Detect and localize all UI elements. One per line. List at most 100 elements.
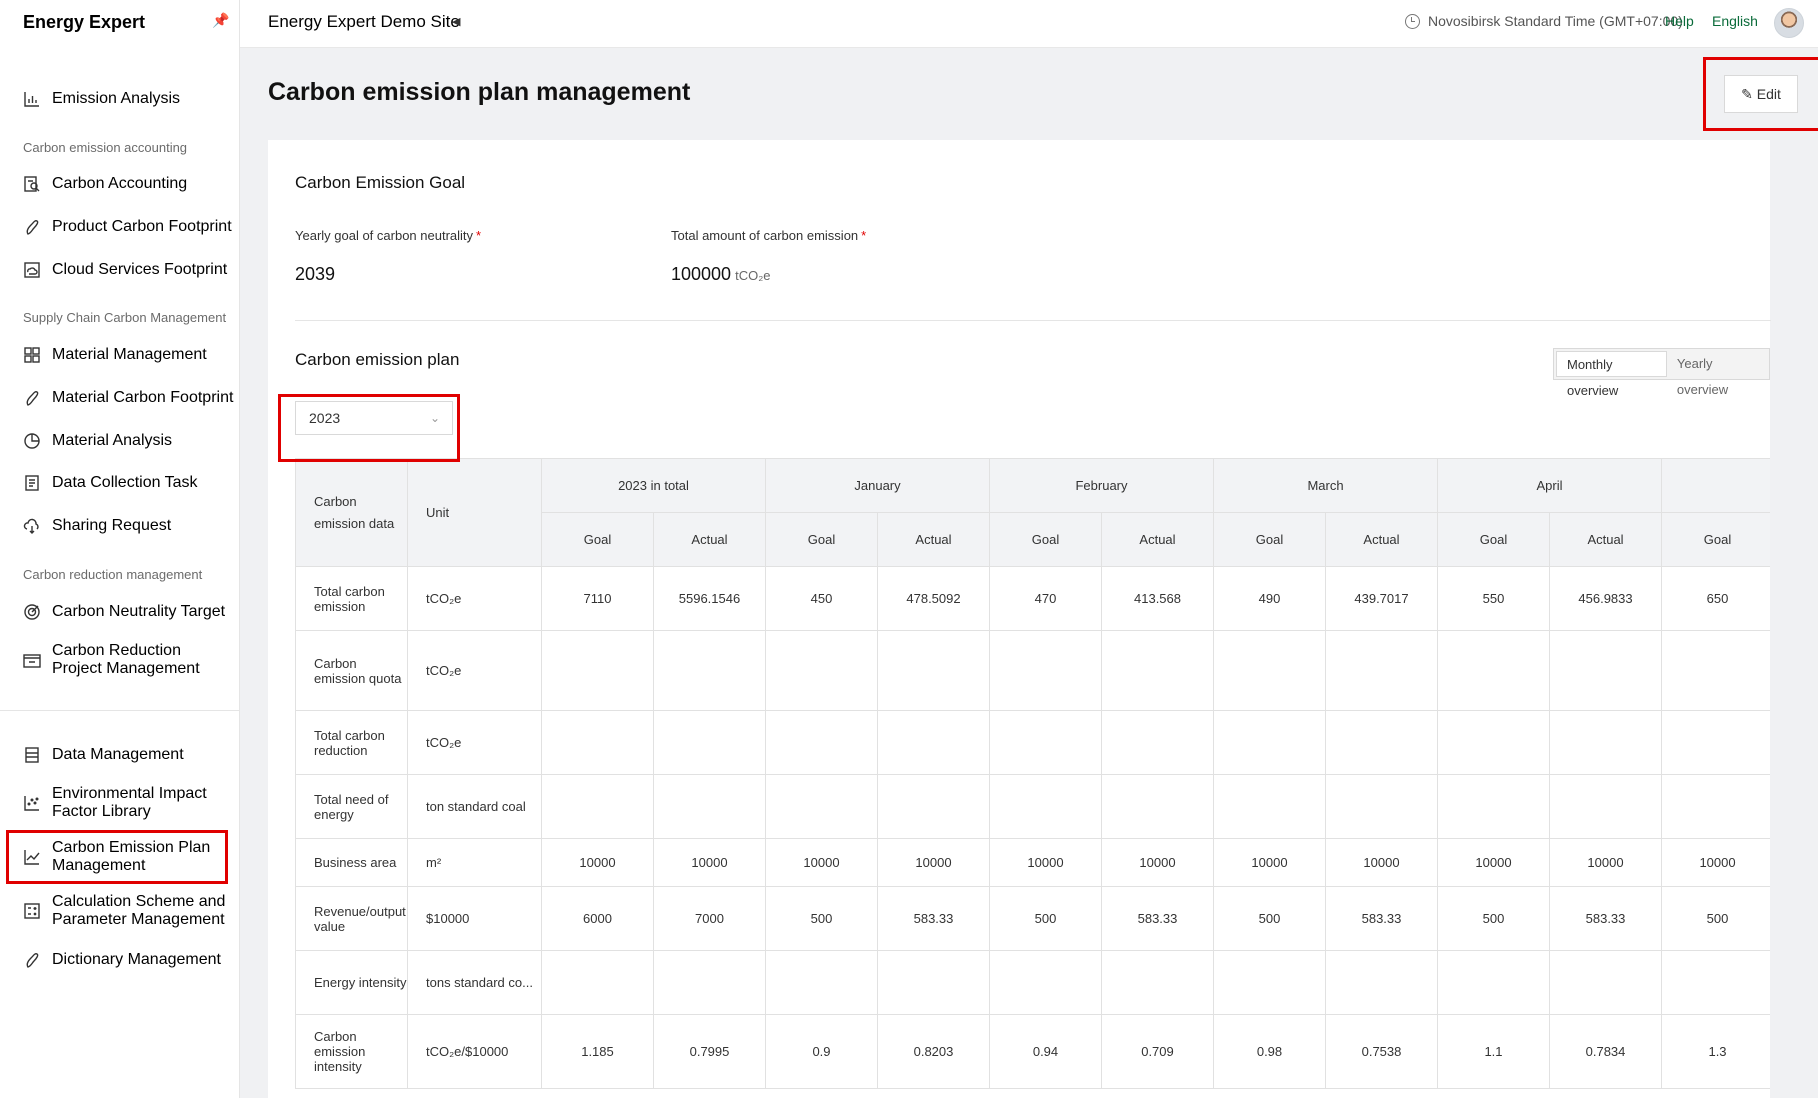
table-cell [1548,950,1663,1015]
tab-yearly-overview[interactable]: Yearly overview [1667,351,1767,397]
year-select[interactable]: 2023 ⌄ [295,401,453,435]
clock-icon [1405,13,1420,29]
row-unit: tCO₂e [407,630,542,711]
row-label: Carbon emission quota [295,630,408,711]
header-group: January [765,458,990,513]
sidebar-item-label: Cloud Services Footprint [52,261,228,278]
row-unit: tons standard co... [407,950,542,1015]
sidebar-item-cloud-services-footprint[interactable]: Cloud Services Footprint [0,261,240,279]
yearly-goal-label: Yearly goal of carbon neutrality * [295,228,481,243]
pie-chart-icon [23,432,41,450]
table-cell [1101,950,1214,1015]
row-unit: tCO₂e [407,566,542,631]
cloud-service-icon [23,261,41,279]
database-icon [23,746,41,764]
sidebar-item-label: Sharing Request [52,517,172,534]
yearly-goal-label-text: Yearly goal of carbon neutrality [295,228,474,243]
table-cell [765,774,878,839]
table-cell [1437,710,1550,775]
sidebar-item-label: Material Analysis [52,432,173,449]
timezone: Novosibirsk Standard Time (GMT+07:00) [1405,13,1683,29]
sidebar-item-dictionary-management[interactable]: Dictionary Management [0,951,240,969]
table-cell [877,630,990,711]
sidebar-item-label: Data Management [52,746,184,763]
caret-left-icon[interactable]: ◀ [452,15,460,28]
plan-table-container[interactable]: Carbon emission data Unit 2023 in total Jan… [295,458,1770,1120]
sidebar-item-data-collection-task[interactable]: Data Collection Task [0,474,240,492]
table-cell [877,774,990,839]
sidebar-item-label: Calculation Scheme and Parameter Managem… [52,893,226,928]
sidebar-item-carbon-reduction-project[interactable]: Carbon Reduction Project Management [0,642,240,678]
footprint-icon [23,951,41,969]
table-cell: 478.5092 [877,566,990,631]
row-label: Business area [295,838,408,887]
table-cell: 10000 [1101,838,1214,887]
table-cell [1661,630,1770,711]
row-unit: m² [407,838,542,887]
table-cell: 583.33 [1548,886,1663,951]
table-cell [1661,950,1770,1015]
sidebar-item-label: Material Carbon Footprint [52,389,234,406]
table-cell: 6000 [541,886,654,951]
table-cell [653,950,766,1015]
header-group: March [1213,458,1438,513]
table-cell [653,630,766,711]
section-divider [295,320,1771,321]
table-cell: 500 [1437,886,1550,951]
table-cell: 456.9833 [1548,566,1663,631]
year-select-value: 2023 [309,410,341,426]
sidebar-item-emission-analysis[interactable]: Emission Analysis [0,90,240,108]
header-group [1661,458,1770,513]
table-cell [1548,710,1663,775]
table-cell [1101,630,1214,711]
sidebar-item-material-analysis[interactable]: Material Analysis [0,432,240,450]
table-cell: 500 [765,886,878,951]
required-mark: * [476,228,482,243]
edit-button[interactable]: ✎ Edit [1724,75,1798,113]
pencil-icon: ✎ [1741,85,1753,102]
sidebar-item-calculation-scheme[interactable]: Calculation Scheme and Parameter Managem… [0,893,240,929]
table-cell: 0.7995 [653,1014,766,1089]
sidebar-item-data-management[interactable]: Data Management [0,746,240,764]
tab-monthly-overview[interactable]: Monthly overview [1556,351,1667,398]
help-link[interactable]: Help [1665,13,1694,29]
sidebar-item-material-management[interactable]: Material Management [0,346,240,364]
sidebar-section-supply-chain: Supply Chain Carbon Management [23,310,227,325]
language-switch[interactable]: English [1712,13,1758,29]
bar-chart-icon [23,90,41,108]
sidebar-item-label: Carbon Accounting [52,175,188,192]
table-cell [1325,774,1438,839]
sidebar-item-product-carbon-footprint[interactable]: Product Carbon Footprint [0,218,240,236]
sidebar-item-carbon-accounting[interactable]: Carbon Accounting [0,175,240,193]
plan-card: Carbon Emission Goal Yearly goal of carb… [268,140,1771,1120]
sidebar-item-carbon-neutrality-target[interactable]: Carbon Neutrality Target [0,603,240,621]
table-cell: 10000 [989,838,1102,887]
header-group: 2023 in total [541,458,766,513]
sidebar-item-sharing-request[interactable]: Sharing Request [0,517,240,535]
table-row: Total carbon emission tCO₂e 7110 5596.1546 4… [295,566,1770,631]
scatter-icon [23,794,41,812]
brand-title: Energy Expert [23,12,146,32]
sidebar-item-carbon-emission-plan-management[interactable]: Carbon Emission Plan Management [0,839,240,875]
table-cell: 550 [1437,566,1550,631]
table-cell [1437,774,1550,839]
avatar[interactable] [1774,8,1804,38]
table-cell [1213,710,1326,775]
table-cell: 10000 [1213,838,1326,887]
calculator-icon [23,902,41,920]
total-amount-value: 100000 tCO₂e [671,264,770,285]
site-name[interactable]: Energy Expert Demo Site [268,12,460,32]
sidebar-item-environmental-impact-factor-library[interactable]: Environmental Impact Factor Library [0,785,240,821]
header-goal: Goal [765,512,878,567]
header-goal: Goal [1213,512,1326,567]
sidebar-divider [0,710,240,711]
pin-icon[interactable]: 📌 [212,12,229,29]
sidebar-item-label: Carbon Neutrality Target [52,603,226,620]
total-amount-label-text: Total amount of carbon emission [671,228,859,243]
table-cell [1437,950,1550,1015]
sidebar-item-material-carbon-footprint[interactable]: Material Carbon Footprint [0,389,240,407]
table-cell: 583.33 [877,886,990,951]
table-cell: 500 [1661,886,1770,951]
row-label: Revenue/output value [295,886,408,951]
table-cell: 10000 [1548,838,1663,887]
